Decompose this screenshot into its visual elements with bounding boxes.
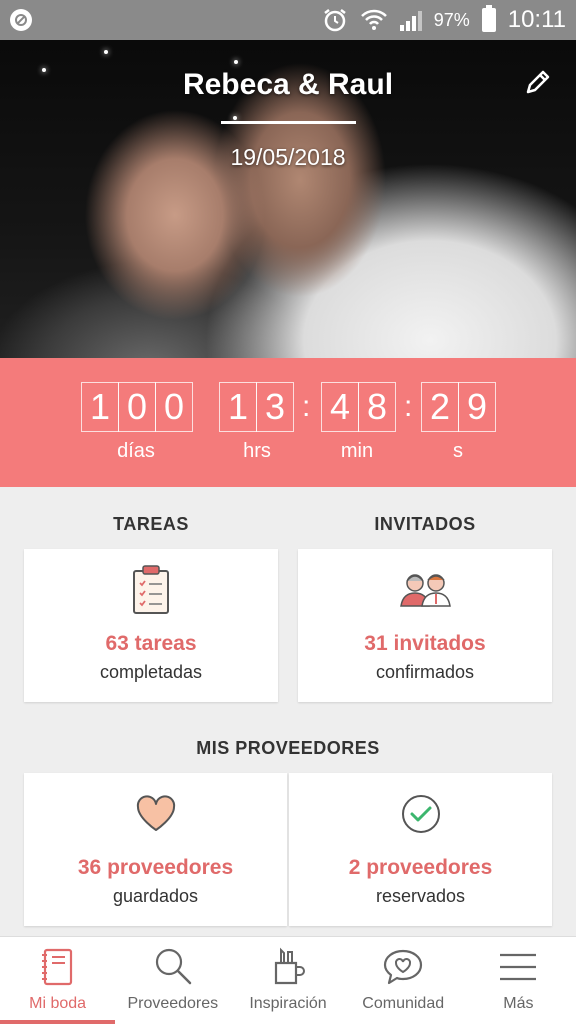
booked-providers-count: 2 proveedores	[348, 856, 493, 879]
tasks-card[interactable]: 63 tareas completadas	[24, 549, 278, 702]
hours-label: hrs	[243, 440, 271, 462]
countdown-digit: 9	[458, 382, 496, 432]
nav-inspiracion[interactable]: Inspiración	[230, 937, 345, 1024]
clipboard-checklist-icon	[133, 565, 169, 614]
countdown-hours: 1 3	[219, 382, 294, 432]
wedding-date: 19/05/2018	[230, 144, 346, 170]
seconds-label: s	[453, 440, 463, 462]
guests-couple-icon	[400, 574, 451, 607]
tasks-title: TAREAS	[113, 514, 189, 534]
battery-icon	[481, 5, 496, 32]
countdown-digit: 8	[358, 382, 396, 432]
tasks-count: 63 tareas	[105, 632, 197, 655]
countdown-digit: 1	[81, 382, 119, 432]
countdown-days: 1 0 0	[81, 382, 193, 432]
countdown-digit: 1	[219, 382, 257, 432]
guests-card[interactable]: 31 invitados confirmados	[298, 549, 552, 702]
saved-providers-count: 36 proveedores	[77, 856, 234, 879]
menu-icon	[500, 953, 537, 981]
bottom-navigation: Mi boda Proveedores Inspiración Comunida…	[0, 936, 576, 1024]
saved-providers-status: guardados	[112, 886, 199, 906]
guests-status: confirmados	[375, 662, 475, 682]
booked-providers-card[interactable]: 2 proveedores reservados	[289, 773, 552, 926]
nav-label: Proveedores	[127, 995, 219, 1012]
battery-percent: 97%	[433, 9, 470, 30]
sparkle-icon	[104, 50, 108, 54]
pencil-cup-icon	[274, 947, 305, 985]
tasks-status: completadas	[99, 662, 203, 682]
wifi-icon	[360, 9, 387, 30]
guests-count: 31 invitados	[364, 632, 486, 655]
check-circle-icon	[401, 795, 440, 833]
couple-photo-header: Rebeca & Raul 19/05/2018	[0, 40, 576, 358]
nav-comunidad[interactable]: Comunidad	[346, 937, 461, 1024]
days-label: días	[117, 440, 155, 462]
countdown-digit: 0	[155, 382, 193, 432]
search-icon	[155, 948, 192, 985]
alarm-icon	[323, 9, 346, 32]
minutes-label: min	[340, 440, 374, 462]
chat-heart-icon	[384, 949, 423, 985]
nav-label: Comunidad	[362, 995, 445, 1012]
countdown-separator: :	[404, 390, 413, 423]
nav-label: Más	[503, 995, 534, 1012]
title-divider	[221, 121, 356, 124]
couple-names: Rebeca & Raul	[182, 68, 394, 101]
saved-providers-card[interactable]: 36 proveedores guardados	[24, 773, 287, 926]
guests-title: INVITADOS	[374, 514, 476, 534]
countdown-separator: :	[302, 390, 311, 423]
nav-label: Inspiración	[249, 995, 327, 1012]
nav-mas[interactable]: Más	[461, 937, 576, 1024]
countdown-minutes: 4 8	[321, 382, 396, 432]
countdown-digit: 2	[421, 382, 459, 432]
wedding-countdown: 1 0 0 1 3 : 4 8 : 2 9 días hrs min s	[0, 358, 576, 487]
edit-pencil-icon[interactable]	[522, 66, 554, 98]
sparkle-icon	[234, 60, 238, 64]
heart-icon	[136, 795, 175, 831]
signal-icon	[399, 9, 422, 31]
booked-providers-status: reservados	[375, 886, 466, 906]
countdown-digit: 4	[321, 382, 359, 432]
nav-mi-boda[interactable]: Mi boda	[0, 937, 116, 1024]
nav-proveedores[interactable]: Proveedores	[115, 937, 230, 1024]
notebook-icon	[41, 948, 72, 986]
clock: 10:11	[507, 6, 566, 33]
countdown-digit: 3	[256, 382, 294, 432]
countdown-seconds: 2 9	[421, 382, 496, 432]
nav-label: Mi boda	[29, 995, 87, 1012]
blocked-icon	[10, 9, 32, 31]
status-bar: 97% 10:11	[0, 0, 576, 40]
providers-title: MIS PROVEEDORES	[196, 738, 380, 758]
countdown-digit: 0	[118, 382, 156, 432]
sparkle-icon	[233, 116, 237, 120]
